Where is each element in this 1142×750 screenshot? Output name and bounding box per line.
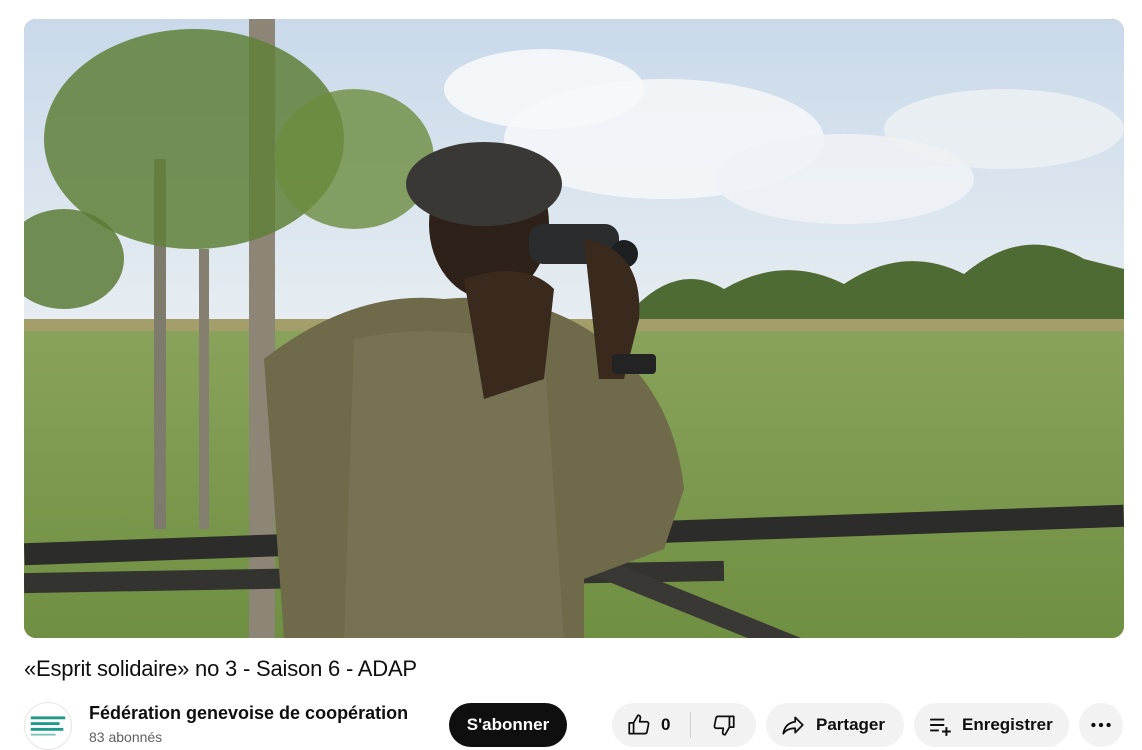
like-button[interactable]: 0 — [612, 703, 690, 747]
share-arrow-icon — [782, 716, 804, 735]
like-dislike-group: 0 — [612, 703, 756, 747]
dislike-button[interactable] — [691, 703, 756, 747]
save-button[interactable]: Enregistrer — [914, 703, 1069, 747]
thumbs-down-icon — [713, 715, 735, 736]
video-player[interactable] — [24, 19, 1124, 638]
fgc-logo-icon — [30, 716, 66, 736]
playlist-add-icon — [930, 718, 951, 736]
channel-avatar[interactable] — [24, 702, 72, 750]
subscribe-button[interactable]: S'abonner — [449, 703, 567, 747]
share-label: Partager — [816, 715, 885, 734]
like-count: 0 — [661, 715, 671, 734]
video-title: «Esprit solidaire» no 3 - Saison 6 - ADA… — [24, 656, 417, 681]
more-horizontal-icon — [1091, 722, 1111, 728]
subscriber-count: 83 abonnés — [89, 729, 163, 745]
thumbs-up-icon — [628, 714, 650, 735]
channel-name[interactable]: Fédération genevoise de coopération — [89, 703, 408, 724]
share-button[interactable]: Partager — [766, 703, 904, 747]
save-label: Enregistrer — [962, 715, 1053, 734]
more-actions-button[interactable] — [1079, 703, 1123, 747]
video-frame — [24, 19, 1124, 638]
